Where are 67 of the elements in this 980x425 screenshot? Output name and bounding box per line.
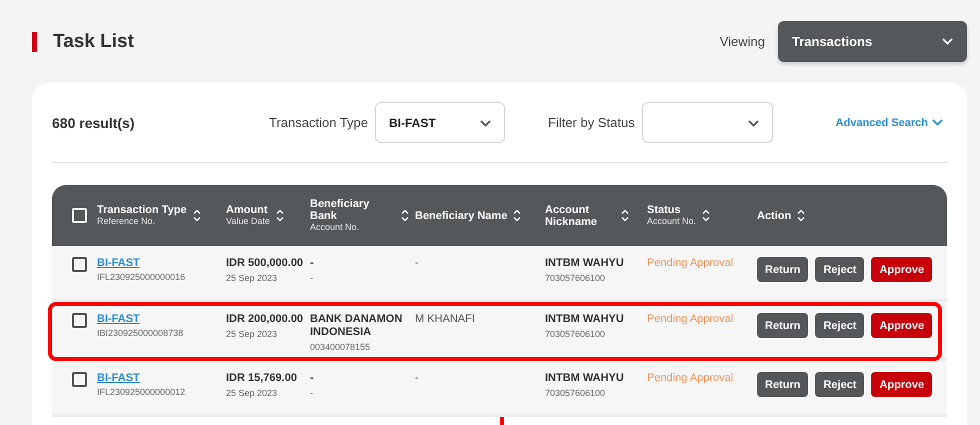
select-all-checkbox[interactable]	[72, 208, 87, 223]
transaction-type-dropdown[interactable]: BI-FAST	[375, 102, 505, 143]
account-nickname: INTBM WAHYU	[545, 257, 625, 270]
amount: IDR 500,000.00	[226, 257, 304, 270]
filter-label: Transaction Type	[269, 115, 368, 130]
value-date: 25 Sep 2023	[226, 329, 278, 339]
sort-icon[interactable]	[401, 209, 409, 222]
reference-number: IBI230925000008738	[97, 328, 184, 338]
column-header: Beneficiary Bank Account No.	[310, 198, 370, 233]
sort-icon[interactable]	[513, 209, 522, 222]
status-text: Pending Approval	[647, 313, 734, 325]
viewing-label: Viewing	[720, 34, 765, 49]
action-button[interactable]: Return	[757, 257, 808, 282]
filter-label: Filter by Status	[548, 115, 635, 130]
action-button[interactable]: Return	[757, 313, 808, 338]
value-date: 25 Sep 2023	[226, 388, 278, 398]
amount: IDR 200,000.00	[226, 313, 304, 326]
action-button[interactable]: Approve	[871, 313, 932, 338]
action-button[interactable]: Reject	[815, 257, 864, 282]
chevron-down-icon	[748, 120, 759, 126]
column-header: Beneficiary Name	[415, 210, 508, 222]
sort-icon[interactable]	[797, 209, 806, 222]
page-title: Task List	[53, 30, 134, 52]
advanced-search-link[interactable]: Advanced Search	[836, 116, 943, 128]
column-header: Amount Value Date	[226, 204, 270, 227]
chevron-down-icon	[932, 119, 943, 126]
column-header: Transaction Type Reference No.	[97, 204, 187, 227]
sort-icon[interactable]	[621, 209, 629, 222]
account-nickname: INTBM WAHYU	[545, 313, 625, 326]
account-nickname: INTBM WAHYU	[545, 372, 625, 385]
reference-number: IFL230925000000012	[97, 387, 186, 397]
bank-account-number: 003400078155	[310, 342, 372, 352]
column-header: Status Account No.	[647, 204, 696, 227]
action-button[interactable]: Approve	[871, 372, 932, 397]
row-checkbox[interactable]	[72, 257, 87, 272]
bank-account-number: -	[310, 273, 314, 283]
status-text: Pending Approval	[647, 257, 734, 269]
result-count: 680 result(s)	[52, 114, 136, 130]
column-header: Account Nickname	[545, 204, 598, 228]
bank-account-number: -	[310, 388, 314, 398]
viewing-dropdown[interactable]: Transactions	[778, 21, 967, 62]
status-text: Pending Approval	[647, 372, 734, 384]
beneficiary-name: -	[415, 257, 420, 269]
account-number: 703057606100	[545, 329, 606, 339]
row-checkbox[interactable]	[72, 313, 87, 328]
sort-icon[interactable]	[192, 209, 201, 222]
beneficiary-bank: -	[310, 372, 315, 385]
reference-number: IFL230925000000016	[97, 272, 186, 282]
chevron-down-icon	[942, 38, 953, 45]
beneficiary-name: M KHANAFI	[415, 313, 476, 325]
row-checkbox[interactable]	[72, 372, 87, 387]
action-button[interactable]: Reject	[815, 372, 864, 397]
account-number: 703057606100	[545, 388, 606, 398]
sort-icon[interactable]	[702, 209, 710, 222]
title-accent	[32, 32, 37, 52]
column-header: Action	[757, 210, 792, 222]
beneficiary-name: -	[415, 372, 420, 384]
action-button[interactable]: Reject	[815, 313, 864, 338]
account-number: 703057606100	[545, 273, 606, 283]
beneficiary-bank: BANK DANAMON INDONESIA	[310, 313, 404, 339]
action-button[interactable]: Approve	[871, 257, 932, 282]
sort-icon[interactable]	[276, 209, 284, 222]
beneficiary-bank: -	[310, 257, 315, 270]
action-button[interactable]: Return	[757, 372, 808, 397]
value-date: 25 Sep 2023	[226, 273, 278, 283]
chevron-down-icon	[480, 120, 491, 126]
amount: IDR 15,769.00	[226, 372, 298, 385]
